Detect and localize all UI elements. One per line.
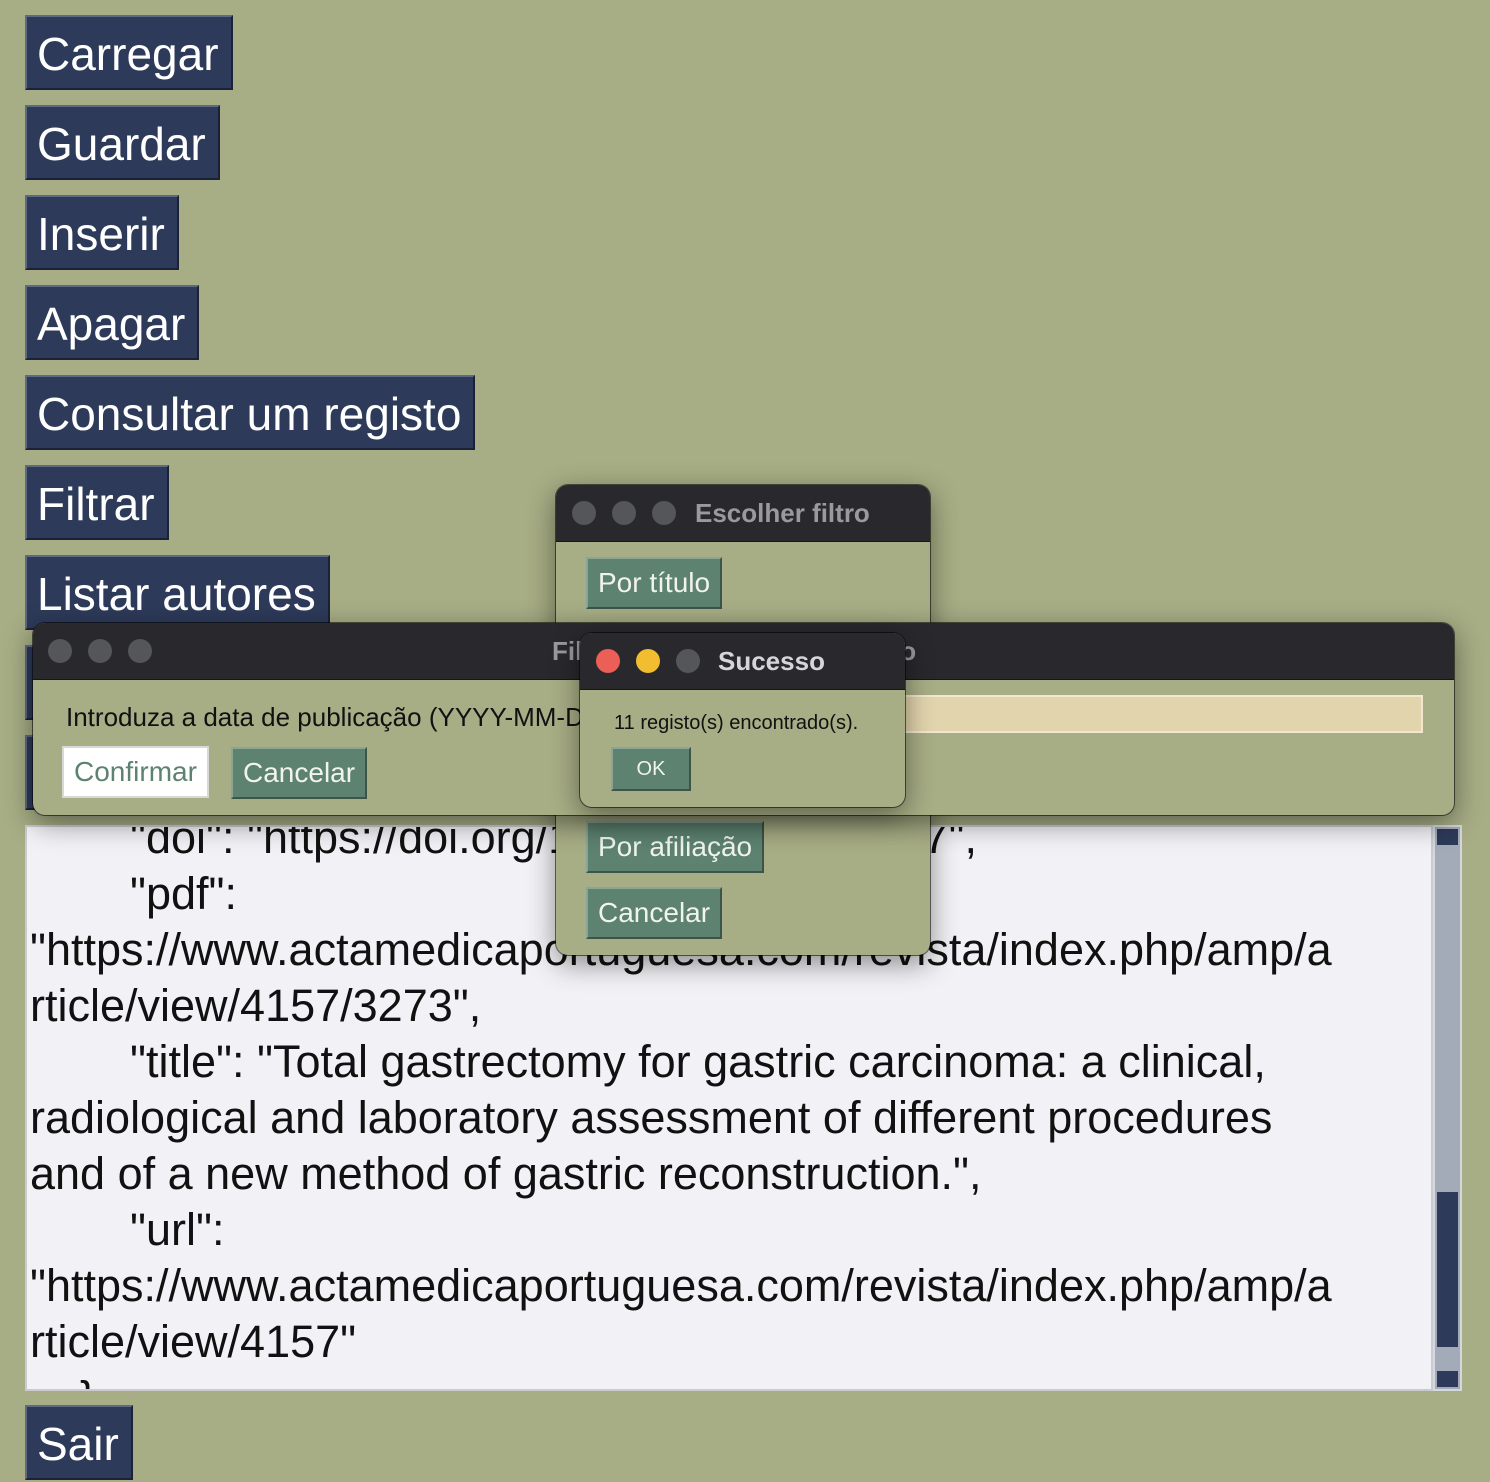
text-line: "title": "Total gastrectomy for gastric … [30, 1036, 1266, 1087]
success-window: Sucesso 11 registo(s) encontrado(s). OK [580, 633, 905, 807]
scroll-down-arrow[interactable] [1437, 1371, 1458, 1387]
por-titulo-button[interactable]: Por título [586, 557, 723, 609]
text-line: rticle/view/4157/3273", [30, 980, 482, 1031]
minimize-window-icon[interactable] [636, 649, 660, 673]
text-line: "pdf": [30, 868, 238, 919]
filter-choice-titlebar[interactable]: Escolher filtro [556, 485, 930, 542]
text-line: } [30, 1370, 95, 1389]
success-message: 11 registo(s) encontrado(s). [614, 712, 859, 734]
close-window-icon[interactable] [572, 501, 596, 525]
por-afiliacao-button[interactable]: Por afiliação [586, 821, 765, 873]
scroll-thumb[interactable] [1437, 1192, 1458, 1347]
guardar-button[interactable]: Guardar [25, 105, 220, 180]
inserir-button[interactable]: Inserir [25, 195, 179, 270]
success-titlebar[interactable]: Sucesso [580, 633, 905, 690]
consultar-registo-button[interactable]: Consultar um registo [25, 375, 476, 450]
text-line: rticle/view/4157" [30, 1316, 357, 1367]
window-title: Escolher filtro [695, 498, 870, 528]
apagar-button[interactable]: Apagar [25, 285, 200, 360]
filtrar-button[interactable]: Filtrar [25, 465, 169, 540]
zoom-window-icon[interactable] [676, 649, 700, 673]
date-prompt-label: Introduza a data de publicação (YYYY-MM-… [66, 702, 619, 732]
window-title: Sucesso [718, 646, 825, 676]
listar-autores-button[interactable]: Listar autores [25, 555, 330, 630]
text-area-scrollbar[interactable] [1433, 825, 1462, 1391]
zoom-window-icon[interactable] [652, 501, 676, 525]
close-window-icon[interactable] [596, 649, 620, 673]
minimize-window-icon[interactable] [88, 639, 112, 663]
close-window-icon[interactable] [48, 639, 72, 663]
text-line: "https://www.actamedicaportuguesa.com/re… [30, 1260, 1332, 1311]
confirmar-button[interactable]: Confirmar [62, 746, 209, 798]
text-line: and of a new method of gastric reconstru… [30, 1148, 982, 1199]
date-cancel-button[interactable]: Cancelar [231, 747, 368, 799]
text-line: "url": [30, 1204, 225, 1255]
minimize-window-icon[interactable] [612, 501, 636, 525]
date-input[interactable] [893, 695, 1423, 733]
ok-button[interactable]: OK [611, 747, 691, 791]
carregar-button[interactable]: Carregar [25, 15, 233, 90]
text-line: radiological and laboratory assessment o… [30, 1092, 1273, 1143]
sair-button[interactable]: Sair [25, 1405, 133, 1480]
scroll-up-arrow[interactable] [1437, 829, 1458, 845]
filter-cancel-button[interactable]: Cancelar [586, 887, 723, 939]
zoom-window-icon[interactable] [128, 639, 152, 663]
